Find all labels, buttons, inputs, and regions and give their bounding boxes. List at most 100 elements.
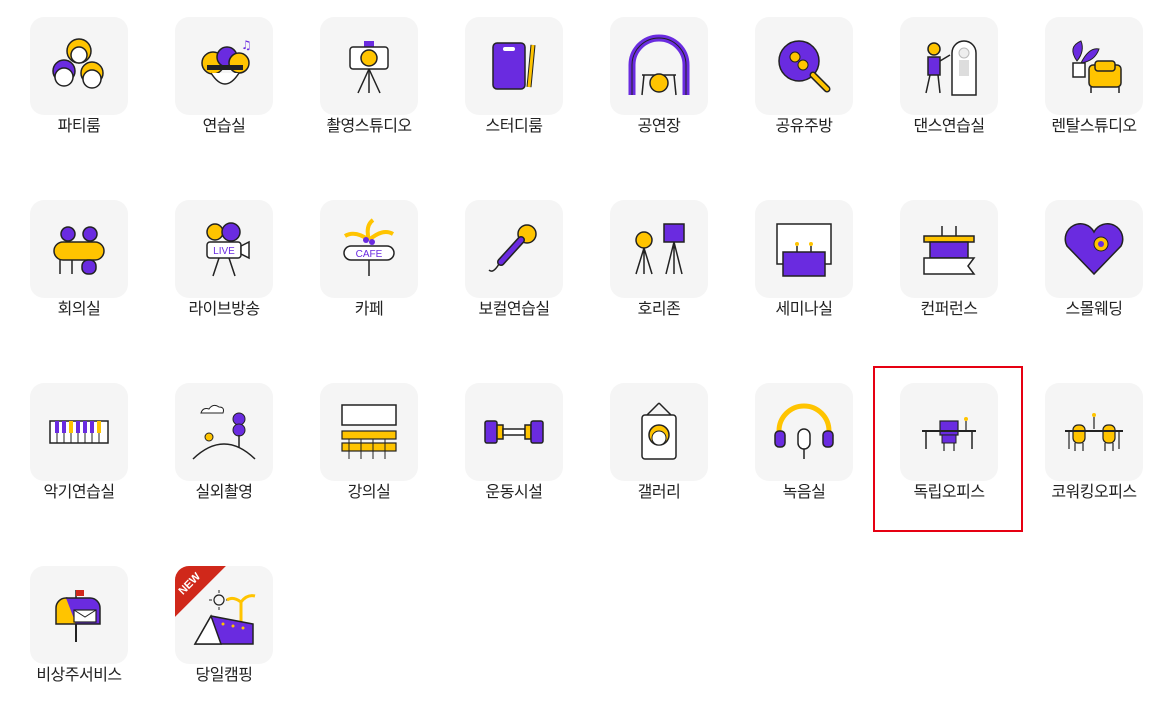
category-item-coworking[interactable]: 코워킹오피스: [1015, 366, 1160, 541]
category-grid: 파티룸 ♫ 연습실 촬영스튜디오 스터디룸 공연장 공유주방 댄스연습실 렌탈스…: [0, 0, 1167, 716]
category-tile[interactable]: [610, 17, 708, 115]
notebook-pen-icon: [492, 42, 536, 90]
category-item-day-camping[interactable]: NEW 당일캠핑: [145, 549, 290, 724]
category-item-concert-hall[interactable]: 공연장: [580, 0, 725, 175]
category-label: 공유주방: [775, 116, 833, 135]
category-label: 강의실: [347, 482, 391, 501]
category-tile[interactable]: [30, 383, 128, 481]
category-label: 연습실: [202, 116, 246, 135]
conference-desk-icon: [923, 226, 976, 275]
category-item-virtual-office[interactable]: 비상주서비스: [0, 549, 145, 724]
category-label: 악기연습실: [43, 482, 115, 501]
category-tile[interactable]: LIVE: [175, 200, 273, 298]
category-item-instrument[interactable]: 악기연습실: [0, 366, 145, 541]
category-item-vocal-practice[interactable]: 보컬연습실: [435, 183, 580, 358]
category-tile[interactable]: [755, 17, 853, 115]
svg-text:LIVE: LIVE: [213, 246, 235, 257]
category-label: 세미나실: [775, 299, 833, 318]
category-item-live-broadcast[interactable]: LIVE 라이브방송: [145, 183, 290, 358]
category-item-cafe[interactable]: CAFE 카페: [290, 183, 435, 358]
category-tile[interactable]: [320, 383, 418, 481]
category-item-shared-kitchen[interactable]: 공유주방: [725, 0, 870, 175]
category-label: 카페: [354, 299, 384, 318]
category-label: 녹음실: [782, 482, 826, 501]
svg-text:♫: ♫: [241, 38, 252, 52]
category-item-private-office[interactable]: 독립오피스: [870, 366, 1015, 541]
cafe-sign-icon: CAFE: [343, 218, 395, 276]
studio-lights-icon: [635, 223, 685, 275]
category-tile[interactable]: [30, 200, 128, 298]
category-tile[interactable]: [175, 383, 273, 481]
category-tile[interactable]: [465, 200, 563, 298]
category-item-practice[interactable]: ♫ 연습실: [145, 0, 290, 175]
stage-drum-icon: [628, 34, 690, 96]
category-label: 라이브방송: [188, 299, 260, 318]
category-label: 운동시설: [485, 482, 543, 501]
category-item-meeting-room[interactable]: 회의실: [0, 183, 145, 358]
category-label: 실외촬영: [195, 482, 253, 501]
new-badge: NEW: [175, 566, 227, 618]
category-tile[interactable]: [755, 383, 853, 481]
category-tile[interactable]: ♫: [175, 17, 273, 115]
category-label: 보컬연습실: [478, 299, 550, 318]
category-item-partyroom[interactable]: 파티룸: [0, 0, 145, 175]
category-tile[interactable]: [610, 383, 708, 481]
dancer-mirror-icon: [925, 40, 977, 96]
category-item-studyroom[interactable]: 스터디룸: [435, 0, 580, 175]
meeting-table-icon: [53, 226, 105, 275]
category-tile[interactable]: [1045, 383, 1143, 481]
category-item-gym[interactable]: 운동시설: [435, 366, 580, 541]
category-tile[interactable]: [900, 200, 998, 298]
category-item-gallery[interactable]: 갤러리: [580, 366, 725, 541]
category-tile[interactable]: [320, 17, 418, 115]
category-tile[interactable]: NEW: [175, 566, 273, 664]
practice-singers-icon: ♫: [201, 38, 252, 85]
category-item-dance-practice[interactable]: 댄스연습실: [870, 0, 1015, 175]
category-label: 스터디룸: [485, 116, 543, 135]
category-label: 댄스연습실: [913, 116, 985, 135]
category-tile[interactable]: [465, 383, 563, 481]
piano-keys-icon: [49, 420, 109, 444]
category-label: 촬영스튜디오: [326, 116, 412, 135]
category-tile[interactable]: [1045, 200, 1143, 298]
camera-tripod-icon: [349, 41, 389, 94]
category-tile[interactable]: CAFE: [320, 200, 418, 298]
seminar-podium-icon: [776, 223, 832, 277]
category-tile[interactable]: [1045, 17, 1143, 115]
office-desk-icon: [922, 417, 976, 451]
category-tile[interactable]: [30, 566, 128, 664]
outdoor-hill-icon: [192, 404, 256, 460]
lecture-room-icon: [341, 404, 397, 459]
category-tile[interactable]: [30, 17, 128, 115]
category-tile[interactable]: [465, 17, 563, 115]
plant-sofa-icon: [1072, 40, 1122, 93]
category-item-recording[interactable]: 녹음실: [725, 366, 870, 541]
category-item-photo-studio[interactable]: 촬영스튜디오: [290, 0, 435, 175]
category-item-rental-studio[interactable]: 렌탈스튜디오: [1015, 0, 1160, 175]
category-label: 비상주서비스: [36, 665, 122, 684]
live-camera-icon: LIVE: [206, 222, 250, 277]
frying-pan-icon: [778, 40, 831, 93]
dumbbell-icon: [484, 420, 544, 444]
category-label: 당일캠핑: [195, 665, 253, 684]
category-tile[interactable]: [900, 383, 998, 481]
category-tile[interactable]: [755, 200, 853, 298]
category-label: 공연장: [637, 116, 681, 135]
category-tile[interactable]: [610, 200, 708, 298]
category-item-seminar[interactable]: 세미나실: [725, 183, 870, 358]
category-label: 파티룸: [57, 116, 101, 135]
coworking-table-icon: [1065, 413, 1123, 451]
category-item-lecture[interactable]: 강의실: [290, 366, 435, 541]
category-tile[interactable]: [900, 17, 998, 115]
headphones-mic-icon: [774, 403, 834, 459]
category-item-small-wedding[interactable]: 스몰웨딩: [1015, 183, 1160, 358]
category-item-conference[interactable]: 컨퍼런스: [870, 183, 1015, 358]
category-label: 컨퍼런스: [920, 299, 978, 318]
category-label: 렌탈스튜디오: [1051, 116, 1137, 135]
svg-text:CAFE: CAFE: [356, 249, 383, 260]
mailbox-icon: [55, 590, 101, 642]
category-label: 코워킹오피스: [1051, 482, 1137, 501]
category-item-horizon[interactable]: 호리존: [580, 183, 725, 358]
category-item-outdoor[interactable]: 실외촬영: [145, 366, 290, 541]
category-label: 스몰웨딩: [1065, 299, 1123, 318]
